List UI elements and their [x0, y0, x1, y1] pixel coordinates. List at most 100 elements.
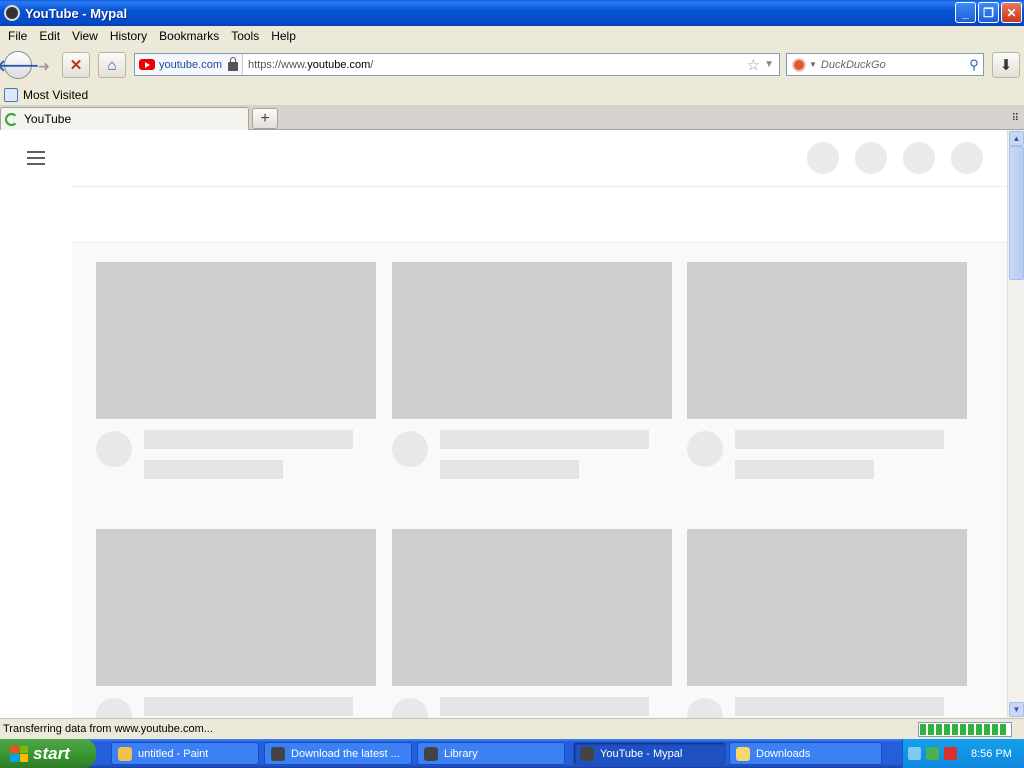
- list-all-tabs-icon[interactable]: ⠿: [1012, 113, 1019, 124]
- search-input[interactable]: DuckDuckGo: [821, 59, 965, 71]
- menu-bookmarks[interactable]: Bookmarks: [155, 29, 227, 43]
- channel-avatar-placeholder: [687, 698, 723, 718]
- taskbar-item-library[interactable]: Library: [417, 742, 565, 765]
- mypal-icon: [271, 746, 285, 761]
- mypal-icon: [580, 746, 594, 761]
- stop-button[interactable]: ✕: [62, 52, 90, 78]
- new-tab-button[interactable]: +: [252, 108, 278, 129]
- title-line-placeholder: [440, 697, 649, 716]
- progress-segment: [936, 724, 942, 735]
- progress-segment: [944, 724, 950, 735]
- meta-line-placeholder: [440, 460, 579, 479]
- scrollbar-thumb[interactable]: [1009, 146, 1024, 280]
- channel-avatar-placeholder: [96, 431, 132, 467]
- title-line-placeholder: [440, 430, 649, 449]
- title-bar[interactable]: YouTube - Mypal _ ❐ ✕: [0, 0, 1024, 26]
- restore-button[interactable]: ❐: [978, 2, 999, 23]
- search-bar[interactable]: ▼ DuckDuckGo ⚲: [786, 53, 984, 76]
- navigation-toolbar: 🡐 ➜ ✕ ⌂ youtube.com https://www.youtube.…: [0, 46, 1024, 84]
- progress-segment: [928, 724, 934, 735]
- security-tray-icon[interactable]: [926, 747, 939, 760]
- network-tray-icon[interactable]: [908, 747, 921, 760]
- status-text: Transferring data from www.youtube.com..…: [3, 723, 213, 735]
- guide-menu-icon[interactable]: [27, 151, 45, 169]
- scroll-up-arrow-icon[interactable]: ▲: [1009, 131, 1024, 146]
- menu-tools[interactable]: Tools: [227, 29, 267, 43]
- system-tray: 8:56 PM: [902, 739, 1024, 768]
- bookmark-star-icon[interactable]: ☆: [747, 56, 760, 74]
- youtube-favicon-icon: [139, 59, 155, 70]
- url-input[interactable]: https://www.youtube.com/: [243, 59, 747, 71]
- download-arrow-icon: ⬇: [999, 57, 1013, 74]
- tab-youtube[interactable]: YouTube: [0, 107, 249, 130]
- menu-file[interactable]: File: [4, 29, 35, 43]
- video-thumbnail-placeholder: [96, 262, 376, 419]
- most-visited-bookmark[interactable]: Most Visited: [23, 88, 88, 102]
- menu-bar: File Edit View History Bookmarks Tools H…: [0, 26, 1024, 46]
- scroll-down-arrow-icon[interactable]: ▼: [1009, 702, 1024, 717]
- home-button[interactable]: ⌂: [98, 52, 126, 78]
- menu-help[interactable]: Help: [267, 29, 304, 43]
- close-button[interactable]: ✕: [1001, 2, 1022, 23]
- folder-icon: [736, 746, 750, 761]
- home-icon: ⌂: [107, 56, 117, 74]
- channel-avatar-placeholder: [96, 698, 132, 718]
- menu-history[interactable]: History: [106, 29, 155, 43]
- header-placeholder-button: [855, 142, 887, 174]
- windows-logo-icon: [10, 745, 28, 762]
- page-content: [0, 130, 1007, 718]
- search-engine-dropdown-icon[interactable]: ▼: [809, 60, 817, 69]
- clock: 8:56 PM: [971, 747, 1012, 760]
- channel-avatar-placeholder: [392, 698, 428, 718]
- progress-segment: [952, 724, 958, 735]
- progress-segment: [984, 724, 990, 735]
- task-label: Download the latest ...: [291, 747, 400, 760]
- url-suffix: /: [370, 58, 374, 71]
- menu-edit[interactable]: Edit: [35, 29, 68, 43]
- taskbar-item-youtube-mypal[interactable]: YouTube - Mypal: [573, 742, 726, 765]
- forward-button[interactable]: ➜: [34, 56, 54, 76]
- shield-tray-icon[interactable]: [944, 747, 957, 760]
- tab-label: YouTube: [24, 112, 72, 126]
- url-history-dropdown-icon[interactable]: ▼: [764, 59, 774, 70]
- taskbar: start untitled - Paint Download the late…: [0, 739, 1024, 768]
- task-label: YouTube - Mypal: [600, 747, 683, 760]
- header-placeholder-button: [903, 142, 935, 174]
- plus-icon: +: [260, 109, 270, 127]
- header-placeholder-button: [807, 142, 839, 174]
- progress-segment: [1000, 724, 1006, 735]
- stop-x-icon: ✕: [69, 57, 83, 74]
- most-visited-folder-icon: [4, 87, 18, 102]
- header-divider: [72, 186, 1007, 187]
- minimize-button[interactable]: _: [955, 2, 976, 23]
- video-grid-skeleton: [72, 243, 1007, 718]
- status-bar: Transferring data from www.youtube.com..…: [0, 718, 1024, 739]
- forward-arrow-icon: ➜: [38, 57, 50, 74]
- paint-icon: [118, 746, 132, 761]
- window-title: YouTube - Mypal: [25, 5, 128, 21]
- progress-segment: [992, 724, 998, 735]
- taskbar-item-paint[interactable]: untitled - Paint: [111, 742, 259, 765]
- mypal-app-icon[interactable]: [4, 5, 20, 21]
- taskbar-item-downloads[interactable]: Downloads: [729, 742, 882, 765]
- url-bar[interactable]: youtube.com https://www.youtube.com/ ☆ ▼: [134, 53, 780, 76]
- bookmarks-toolbar: Most Visited: [0, 84, 1024, 105]
- loading-spinner-icon: [5, 112, 18, 126]
- search-magnifier-icon[interactable]: ⚲: [965, 57, 983, 73]
- title-line-placeholder: [735, 697, 944, 716]
- channel-avatar-placeholder: [687, 431, 723, 467]
- downloads-button[interactable]: ⬇: [992, 52, 1020, 78]
- vertical-scrollbar[interactable]: ▲ ▼: [1007, 130, 1024, 718]
- task-label: Library: [444, 747, 478, 760]
- task-label: Downloads: [756, 747, 811, 760]
- progress-segment: [920, 724, 926, 735]
- duckduckgo-icon[interactable]: [792, 57, 806, 72]
- title-line-placeholder: [144, 697, 353, 716]
- start-label: start: [33, 743, 70, 763]
- menu-view[interactable]: View: [68, 29, 106, 43]
- back-button[interactable]: 🡐: [0, 51, 39, 79]
- site-identity-button[interactable]: youtube.com: [135, 54, 243, 75]
- title-line-placeholder: [735, 430, 944, 449]
- start-button[interactable]: start: [0, 739, 96, 768]
- taskbar-item-download[interactable]: Download the latest ...: [264, 742, 412, 765]
